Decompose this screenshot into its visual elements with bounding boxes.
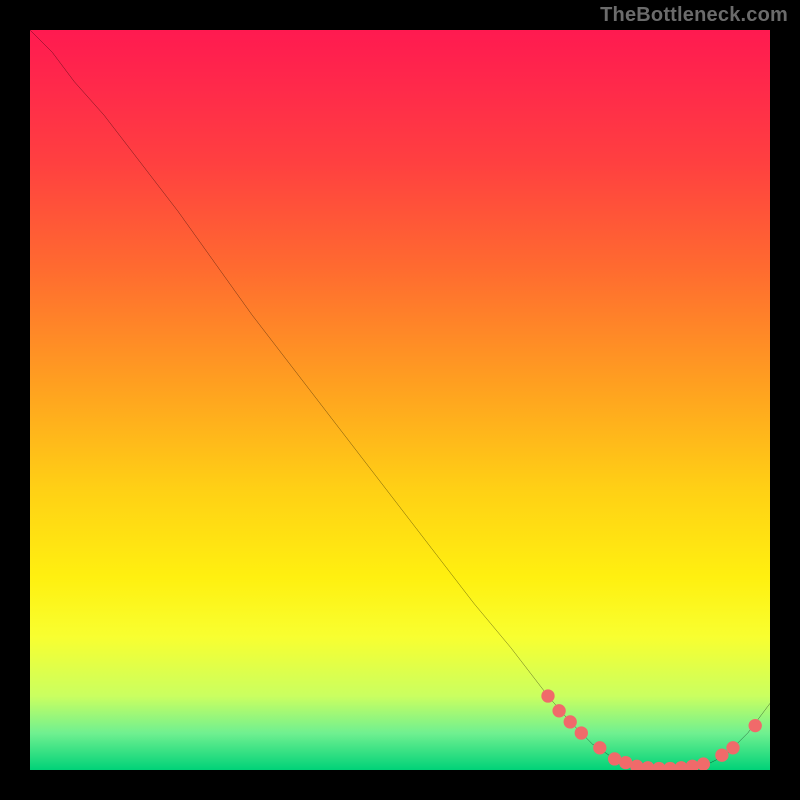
data-markers <box>541 689 762 770</box>
watermark-text: TheBottleneck.com <box>600 4 788 27</box>
data-marker <box>749 719 762 732</box>
data-marker <box>564 715 577 728</box>
data-marker <box>593 741 606 754</box>
curve-line <box>30 30 770 770</box>
chart-container: TheBottleneck.com <box>0 0 800 800</box>
plot-area <box>30 30 770 770</box>
plot-svg <box>30 30 770 770</box>
data-marker <box>726 741 739 754</box>
data-marker <box>697 757 710 770</box>
data-marker <box>715 749 728 762</box>
data-marker <box>575 726 588 739</box>
data-marker <box>541 689 554 702</box>
data-marker <box>552 704 565 717</box>
